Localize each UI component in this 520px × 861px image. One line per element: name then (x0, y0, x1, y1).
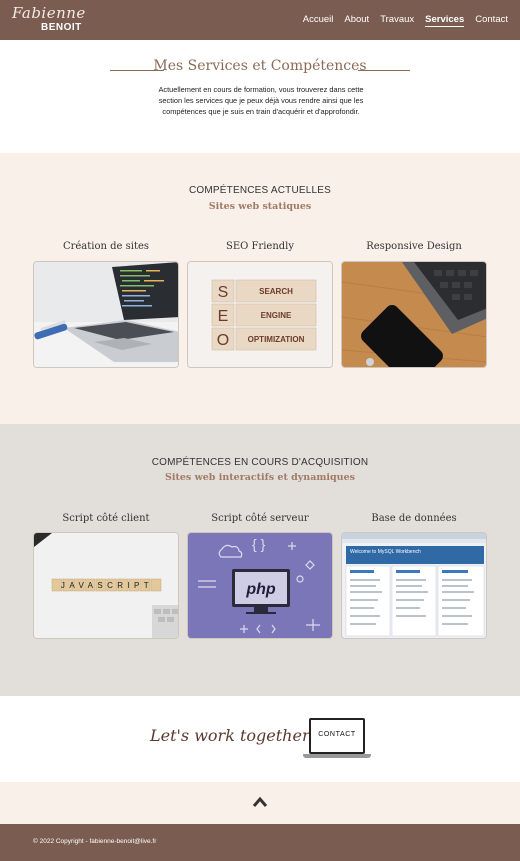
chevron-up-icon[interactable] (250, 794, 270, 810)
back-to-top-section (0, 782, 520, 824)
site-header: Fabienne BENOIT Accueil About Travaux Se… (0, 0, 520, 40)
seo-letter-o: O (217, 332, 229, 349)
cta-section: Let's work together ! CONTACT (0, 696, 520, 782)
intro-text: Actuellement en cours de formation, vous… (158, 85, 364, 116)
contact-button-label: CONTACT (318, 731, 356, 738)
learning-skills-subtitle: Sites web interactifs et dynamiques (165, 472, 355, 483)
card-image-database[interactable]: Welcome to MySQL Workbench (341, 532, 487, 639)
php-logo-text: php (245, 581, 276, 598)
laptop-base (303, 754, 371, 758)
card-image-laptop[interactable] (33, 261, 179, 368)
card-title-server: Script côté serveur (211, 513, 309, 524)
card-title-database: Base de données (371, 513, 457, 524)
main-nav: Accueil About Travaux Services Contact (303, 14, 508, 27)
card-image-php[interactable]: { } php (187, 532, 333, 639)
title-rule-right (358, 70, 410, 71)
nav-services[interactable]: Services (425, 14, 465, 27)
current-skills-section: COMPÉTENCES ACTUELLES Sites web statique… (0, 153, 520, 424)
card-title-responsive: Responsive Design (366, 241, 462, 252)
nav-contact[interactable]: Contact (475, 14, 508, 27)
nav-accueil[interactable]: Accueil (303, 14, 334, 27)
logo-script-text: Fabienne (12, 4, 86, 22)
card-image-seo[interactable]: S E O SEARCH ENGINE OPTIMIZATION (187, 261, 333, 368)
svg-text:{ }: { } (252, 536, 266, 552)
logo[interactable]: Fabienne BENOIT (12, 4, 85, 36)
page-title: Mes Services et Compétences (153, 58, 367, 74)
nav-about[interactable]: About (344, 14, 369, 27)
card-title-creation: Création de sites (62, 241, 150, 252)
seo-letter-s: S (218, 284, 229, 301)
cta-text: Let's work together ! (150, 726, 322, 745)
current-skills-subtitle: Sites web statiques (208, 201, 312, 212)
seo-word-optimization: OPTIMIZATION (248, 335, 305, 344)
db-welcome-banner: Welcome to MySQL Workbench (350, 549, 421, 555)
current-skills-title: COMPÉTENCES ACTUELLES (188, 185, 331, 196)
site-footer: © 2022 Copyright - fabienne-benoit@live.… (0, 824, 520, 861)
card-title-seo: SEO Friendly (225, 241, 295, 252)
seo-letter-e: E (218, 308, 229, 325)
learning-skills-section: COMPÉTENCES EN COURS D'ACQUISITION Sites… (0, 424, 520, 696)
contact-button[interactable]: CONTACT (303, 718, 371, 762)
javascript-tiles: JAVASCRIPT (61, 581, 153, 590)
seo-word-search: SEARCH (259, 287, 293, 296)
copyright-text: © 2022 Copyright - fabienne-benoit@live.… (33, 838, 157, 845)
intro-section: Mes Services et Compétences Actuellement… (0, 40, 520, 153)
card-image-javascript[interactable]: JAVASCRIPT (33, 532, 179, 639)
nav-travaux[interactable]: Travaux (380, 14, 414, 27)
seo-word-engine: ENGINE (261, 311, 292, 320)
card-image-responsive[interactable] (341, 261, 487, 368)
card-title-client: Script côté client (62, 513, 150, 524)
learning-skills-title: COMPÉTENCES EN COURS D'ACQUISITION (151, 457, 369, 468)
logo-bold-text: BENOIT (41, 22, 82, 33)
